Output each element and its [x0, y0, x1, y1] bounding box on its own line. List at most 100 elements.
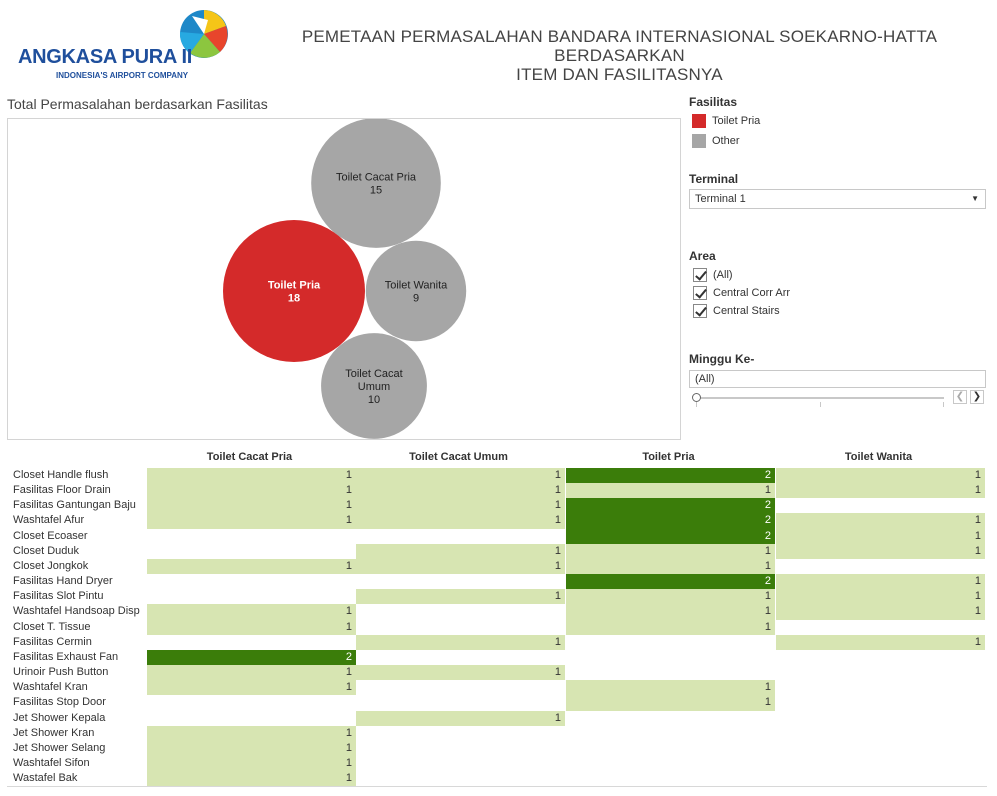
heatmap-cell[interactable]: 2 [566, 498, 775, 514]
chevron-right-icon: ❯ [972, 391, 982, 402]
heatmap-cell[interactable]: 1 [356, 498, 565, 514]
legend-heading: Fasilitas [689, 95, 738, 109]
area-option-label: Central Stairs [713, 304, 780, 317]
heatmap-cell[interactable]: 2 [566, 513, 775, 529]
heatmap-cell[interactable]: 1 [147, 619, 356, 635]
heatmap-cell[interactable]: 1 [147, 755, 356, 772]
row-label: Fasilitas Slot Pintu [13, 590, 104, 603]
checkbox-checked-icon[interactable] [693, 267, 707, 282]
row-label: Fasilitas Stop Door [13, 696, 106, 709]
heatmap-cell[interactable]: 1 [566, 589, 775, 605]
heatmap-cell[interactable]: 1 [356, 710, 565, 726]
heatmap-cell[interactable]: 1 [356, 468, 565, 484]
heatmap-cell[interactable]: 1 [147, 680, 356, 696]
heatmap-cell[interactable]: 1 [356, 558, 565, 575]
heatmap-cell[interactable]: 1 [356, 543, 565, 559]
heatmap-cell[interactable]: 2 [566, 528, 775, 544]
heatmap-cell[interactable]: 1 [147, 468, 356, 484]
heatmap-cell[interactable]: 1 [566, 604, 775, 620]
heatmap-cell[interactable]: 1 [147, 513, 356, 529]
table-row: Fasilitas Stop Door 1 [7, 695, 987, 711]
legend-swatch [692, 133, 706, 148]
checkbox-checked-icon[interactable] [693, 303, 707, 318]
heatmap-cell[interactable]: 1 [566, 558, 775, 575]
heatmap-cell[interactable]: 1 [356, 665, 565, 681]
slider-tick [943, 402, 944, 407]
table-row: Jet Shower Selang 1 [7, 740, 987, 756]
table-row: Fasilitas Floor Drain 1 1 1 1 [7, 483, 987, 499]
table-row: Fasilitas Gantungan Baju 1 1 2 [7, 498, 987, 514]
row-label: Washtafel Afur [13, 514, 85, 527]
checkbox-checked-icon[interactable] [693, 285, 707, 300]
heatmap-cell[interactable]: 1 [776, 468, 985, 484]
slider-next-button[interactable]: ❯ [970, 390, 984, 404]
page-title-line-2: ITEM DAN FASILITASNYA [516, 65, 723, 84]
logo-tagline: INDONESIA'S AIRPORT COMPANY [56, 71, 189, 80]
table-row: Jet Shower Kepala 1 [7, 710, 987, 726]
heatmap-cell[interactable]: 1 [776, 543, 985, 559]
row-label: Closet Ecoaser [13, 529, 88, 542]
area-option-central-stairs[interactable]: Central Stairs [693, 303, 780, 318]
heatmap-cell[interactable]: 1 [776, 528, 985, 544]
column-header: Toilet Wanita [844, 451, 913, 463]
heatmap-cell[interactable]: 1 [356, 513, 565, 529]
heatmap-cell[interactable]: 1 [566, 695, 775, 711]
legend-item-other[interactable]: Other [692, 133, 740, 148]
heatmap-cell[interactable]: 1 [147, 725, 356, 741]
table-row: Closet Handle flush 1 1 2 1 [7, 468, 987, 484]
slider-tick [696, 402, 697, 407]
column-header: Toilet Pria [642, 451, 695, 463]
heatmap-cell[interactable]: 1 [356, 589, 565, 605]
column-header: Toilet Cacat Pria [206, 451, 293, 463]
row-label: Washtafel Kran [13, 681, 88, 694]
heatmap-cell[interactable]: 1 [566, 680, 775, 696]
heatmap-cell[interactable]: 2 [566, 468, 775, 484]
heatmap-cell[interactable]: 1 [776, 589, 985, 605]
heatmap-cell[interactable]: 1 [776, 513, 985, 529]
week-slider-track[interactable] [696, 397, 944, 399]
heatmap-table: Closet Handle flush 1 1 2 1 Fasilitas Floor D… [7, 468, 987, 788]
column-header: Toilet Cacat Umum [409, 451, 508, 463]
chevron-left-icon: ❮ [955, 391, 965, 402]
heatmap-cell[interactable]: 1 [566, 543, 775, 559]
heatmap-cell[interactable]: 1 [147, 604, 356, 620]
heatmap-cell[interactable]: 1 [147, 483, 356, 499]
terminal-dropdown[interactable]: Terminal 1 ▼ [689, 189, 986, 209]
table-row: Fasilitas Hand Dryer 2 1 [7, 574, 987, 590]
heatmap-cell[interactable]: 1 [776, 634, 985, 650]
legend-label: Toilet Pria [712, 114, 761, 127]
area-option-central-corr-arr[interactable]: Central Corr Arr [693, 285, 790, 300]
table-row: Closet Duduk 1 1 1 [7, 543, 987, 559]
row-label: Jet Shower Kran [13, 726, 95, 739]
legend-item-toilet-pria[interactable]: Toilet Pria [692, 113, 760, 128]
row-label: Fasilitas Exhaust Fan [13, 650, 119, 663]
row-label: Fasilitas Hand Dryer [13, 575, 113, 588]
area-option-all[interactable]: (All) [693, 267, 733, 282]
heatmap-cell[interactable]: 1 [147, 771, 356, 787]
heatmap-cell[interactable]: 1 [356, 483, 565, 499]
row-label: Jet Shower Kepala [13, 711, 106, 724]
heatmap-cell[interactable]: 1 [776, 483, 985, 499]
slider-prev-button[interactable]: ❮ [953, 390, 967, 404]
week-value-field[interactable]: (All) [689, 370, 986, 388]
heatmap-cell[interactable]: 1 [776, 574, 985, 590]
bubble-category-label: Toilet Cacat Pria [336, 172, 417, 184]
terminal-selected-value: Terminal 1 [695, 193, 746, 205]
heatmap-cell[interactable]: 2 [147, 649, 356, 666]
heatmap-cell[interactable]: 1 [566, 619, 775, 635]
dropdown-arrow-icon: ▼ [971, 194, 979, 203]
heatmap-cell[interactable]: 1 [147, 740, 356, 756]
row-label: Washtafel Sifon [13, 756, 90, 769]
week-slider-thumb[interactable] [692, 393, 701, 402]
heatmap-cell[interactable]: 1 [566, 483, 775, 499]
heatmap-cell[interactable]: 1 [147, 498, 356, 514]
heatmap-cell[interactable]: 1 [776, 604, 985, 620]
heatmap-cell[interactable]: 1 [356, 634, 565, 650]
legend-swatch [692, 113, 706, 128]
bubble-chart-title: Total Permasalahan berdasarkan Fasilitas [7, 96, 268, 112]
heatmap-cell[interactable]: 2 [566, 574, 775, 590]
heatmap-cell[interactable]: 1 [147, 665, 356, 681]
heatmap-cell[interactable]: 1 [147, 558, 356, 575]
bubble-value-label: 9 [413, 293, 419, 305]
logo-name: ANGKASA PURA II [18, 46, 193, 68]
